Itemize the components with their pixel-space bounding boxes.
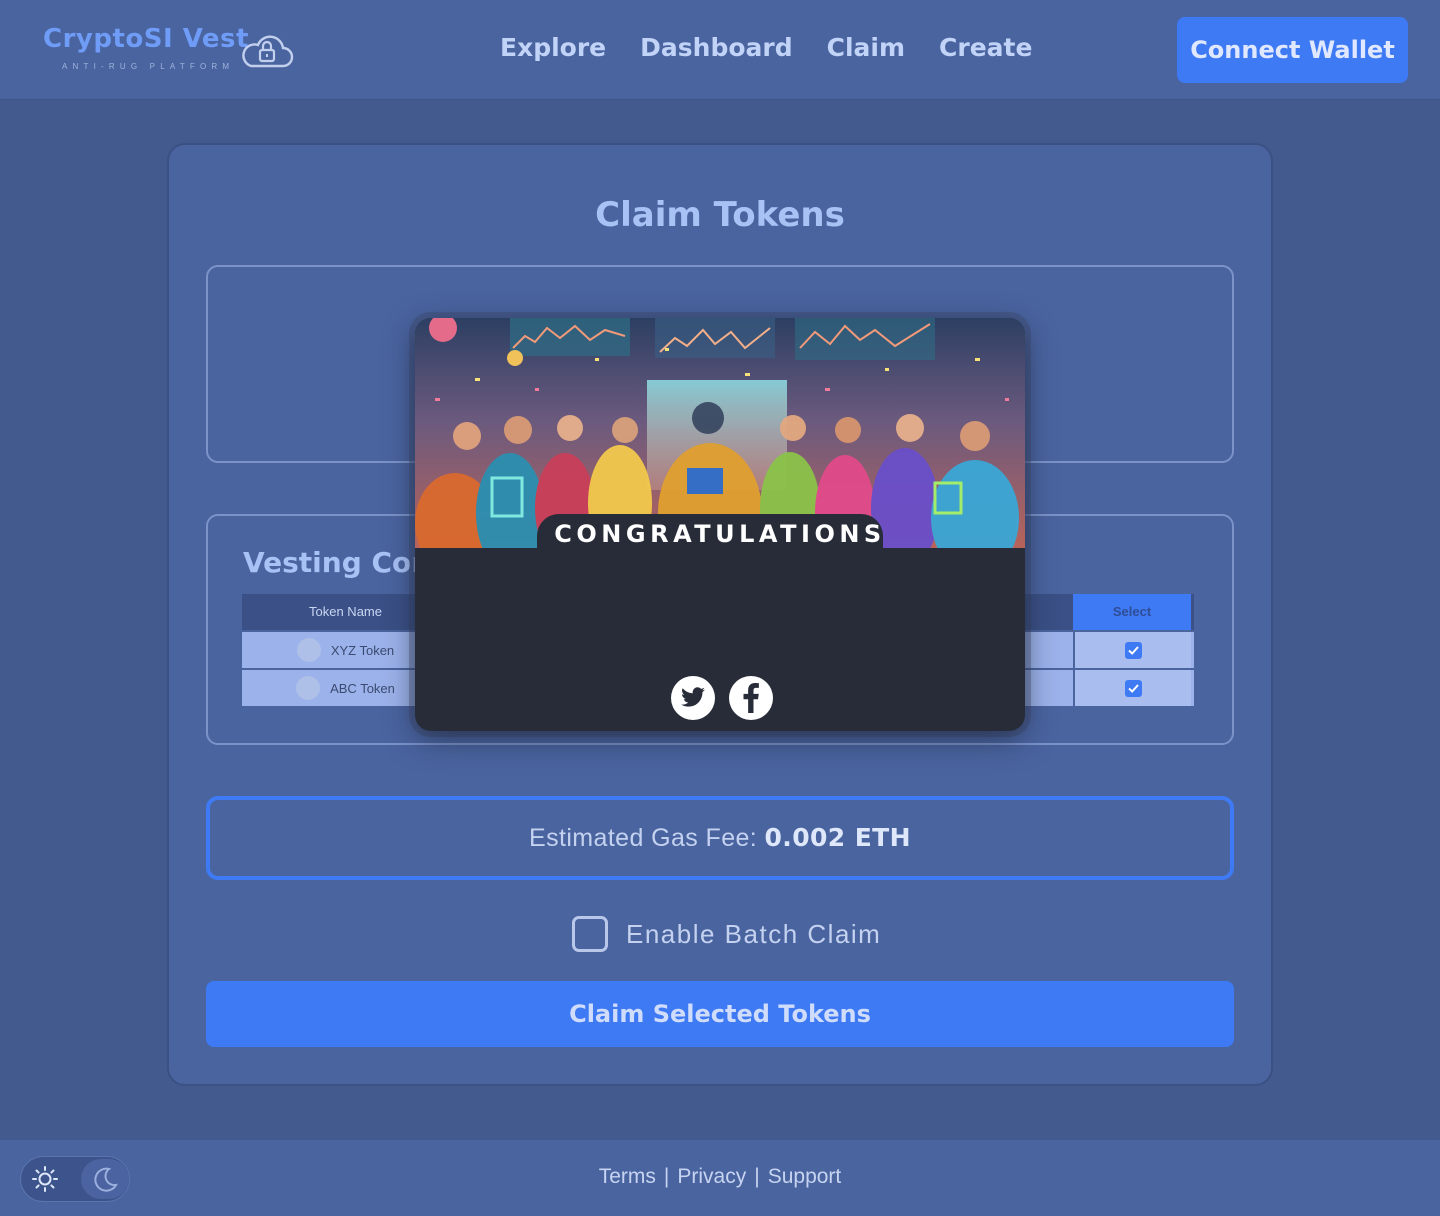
footer-links: Terms | Privacy | Support: [0, 1165, 1440, 1189]
main-nav: Explore Dashboard Claim Create: [500, 33, 1032, 62]
link-separator: |: [663, 1165, 670, 1188]
cloud-lock-icon: [242, 35, 294, 68]
gas-fee-label: Estimated Gas Fee:: [529, 824, 758, 852]
top-header: CryptoSI Vest ANTI-RUG PLATFORM Explore …: [0, 0, 1440, 100]
claim-selected-button[interactable]: Claim Selected Tokens: [206, 981, 1234, 1047]
select-checkbox[interactable]: [1124, 679, 1142, 697]
nav-explore[interactable]: Explore: [500, 33, 606, 62]
logo-subtitle: ANTI-RUG PLATFORM: [62, 62, 235, 71]
logo-title: CryptoSI Vest: [43, 24, 249, 54]
select-cell: [1073, 670, 1191, 706]
check-icon: [1127, 645, 1139, 655]
batch-claim-toggle[interactable]: Enable Batch Claim: [572, 916, 881, 952]
connect-wallet-button[interactable]: Connect Wallet: [1177, 17, 1408, 83]
nav-claim[interactable]: Claim: [827, 33, 905, 62]
column-header-select: Select: [1073, 594, 1191, 630]
logo[interactable]: CryptoSI Vest ANTI-RUG PLATFORM: [43, 24, 303, 76]
token-avatar: [296, 638, 321, 662]
privacy-link[interactable]: Privacy: [677, 1165, 746, 1189]
terms-link[interactable]: Terms: [599, 1165, 656, 1189]
nav-create[interactable]: Create: [939, 33, 1032, 62]
select-cell: [1073, 632, 1191, 668]
token-avatar: [296, 676, 321, 700]
twitter-icon[interactable]: [671, 676, 715, 720]
batch-claim-label: Enable Batch Claim: [626, 918, 882, 949]
gas-fee-value: 0.002 ETH: [764, 823, 911, 852]
footer: Terms | Privacy | Support: [0, 1140, 1440, 1216]
congratulations-heading: CONGRATULATIONS: [554, 520, 886, 548]
token-name: XYZ Token: [330, 642, 395, 658]
link-separator: |: [754, 1165, 760, 1188]
gas-fee-box: Estimated Gas Fee: 0.002 ETH: [206, 796, 1234, 880]
batch-claim-checkbox[interactable]: [572, 916, 608, 952]
facebook-icon[interactable]: [729, 676, 773, 720]
social-share: [671, 676, 773, 720]
select-checkbox[interactable]: [1124, 641, 1142, 659]
support-link[interactable]: Support: [768, 1165, 842, 1189]
congratulations-modal[interactable]: CONGRATULATIONS: [415, 318, 1025, 731]
token-name: ABC Token: [330, 680, 395, 696]
check-icon: [1127, 683, 1139, 693]
page-title: Claim Tokens: [595, 195, 845, 235]
nav-dashboard[interactable]: Dashboard: [640, 33, 792, 62]
